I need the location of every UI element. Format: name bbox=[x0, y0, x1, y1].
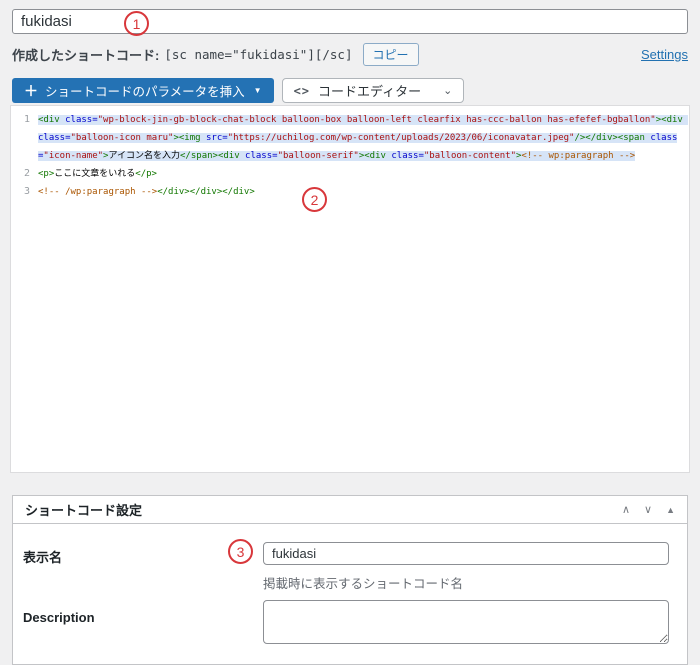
shortcoder-admin-page: { "page": { "bg_color": "#f0f0f1", "acce… bbox=[0, 0, 700, 665]
insert-parameter-label: ショートコードのパラメータを挿入 bbox=[45, 85, 245, 99]
move-down-icon[interactable]: ∨ bbox=[644, 503, 652, 516]
display-name-label: 表示名 bbox=[23, 550, 63, 565]
shortcode-settings-panel: ショートコード設定 ∧ ∨ ▲ 表示名 掲載時に表示するショートコード名 Des… bbox=[12, 495, 688, 665]
code-editor[interactable]: 1 <div class="wp-block-jin-gb-block-chat-… bbox=[10, 105, 690, 473]
generated-shortcode-bar: 作成したショートコード: [sc name="fukidasi"][/sc] コ… bbox=[12, 42, 688, 66]
line-number: 2 bbox=[23, 168, 30, 179]
code-line: 2 <p>ここに文章をいれる</p> bbox=[11, 165, 689, 183]
line-number: 3 bbox=[23, 186, 30, 197]
display-name-input[interactable] bbox=[263, 542, 669, 565]
code-line: 1 <div class="wp-block-jin-gb-block-chat-… bbox=[11, 111, 689, 165]
editor-mode-label: コードエディター bbox=[318, 84, 422, 99]
generated-shortcode-value: [sc name="fukidasi"][/sc] bbox=[164, 46, 353, 62]
description-textarea[interactable] bbox=[263, 600, 669, 644]
caret-down-icon: ▼ bbox=[253, 86, 262, 95]
panel-controls: ∧ ∨ ▲ bbox=[622, 503, 675, 516]
editor-mode-dropdown[interactable]: <> コードエディター ⌄ bbox=[281, 78, 465, 103]
code-line-content[interactable]: <!-- /wp:paragraph --></div></div></div> bbox=[35, 183, 689, 201]
chevron-down-icon: ⌄ bbox=[443, 85, 453, 97]
generated-shortcode-label: 作成したショートコード: bbox=[12, 47, 160, 63]
plus-icon: ＋ bbox=[24, 82, 38, 99]
editor-toolbar: ＋ ショートコードのパラメータを挿入 ▼ <> コードエディター ⌄ bbox=[12, 78, 465, 103]
code-line: 3 <!-- /wp:paragraph --></div></div></div… bbox=[11, 183, 689, 201]
collapse-toggle-icon[interactable]: ▲ bbox=[666, 505, 675, 515]
copy-button[interactable]: コピー bbox=[362, 42, 419, 66]
code-line-content[interactable]: <div class="wp-block-jin-gb-block-chat-b… bbox=[35, 111, 689, 165]
display-name-help: 掲載時に表示するショートコード名 bbox=[263, 577, 464, 591]
line-number: 1 bbox=[23, 114, 30, 125]
panel-header: ショートコード設定 ∧ ∨ ▲ bbox=[13, 496, 687, 524]
code-line-content[interactable]: <p>ここに文章をいれる</p> bbox=[35, 165, 689, 183]
shortcode-name-input[interactable] bbox=[12, 9, 688, 34]
panel-title: ショートコード設定 bbox=[25, 503, 143, 518]
description-label: Description bbox=[23, 610, 95, 625]
insert-parameter-button[interactable]: ＋ ショートコードのパラメータを挿入 ▼ bbox=[12, 78, 274, 103]
code-lines-container: 1 <div class="wp-block-jin-gb-block-chat-… bbox=[11, 111, 689, 201]
settings-link[interactable]: Settings bbox=[641, 47, 688, 62]
code-brackets-icon: <> bbox=[293, 83, 311, 98]
move-up-icon[interactable]: ∧ bbox=[622, 503, 630, 516]
